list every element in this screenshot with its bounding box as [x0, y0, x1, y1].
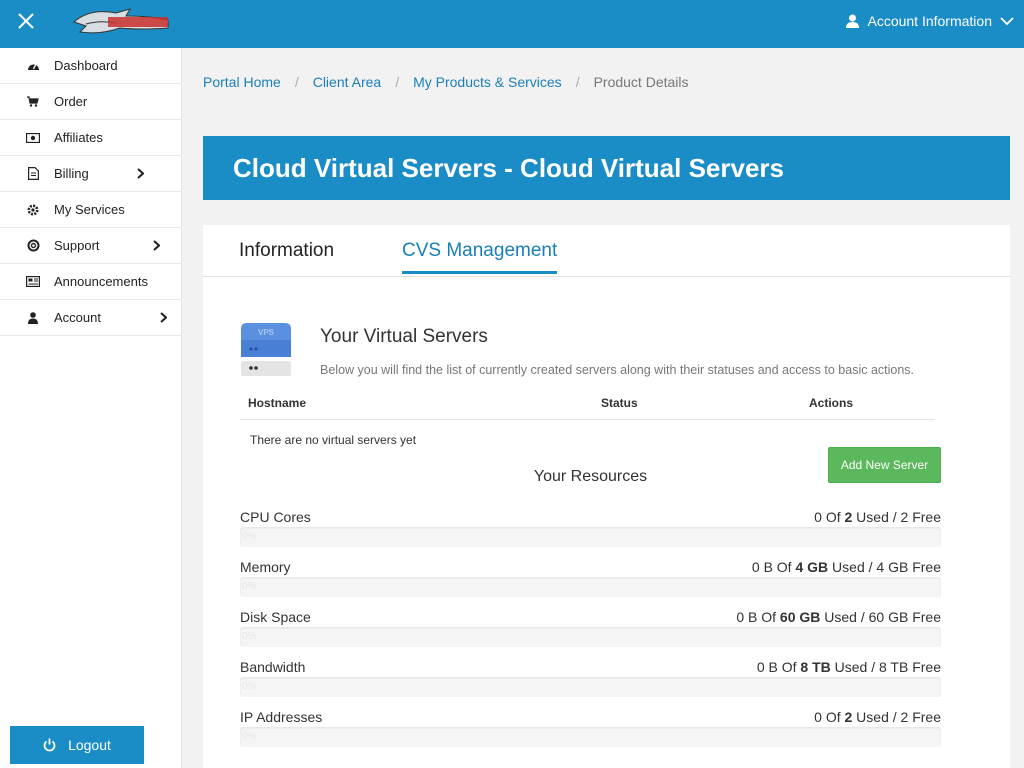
sharktech-logo[interactable]	[70, 4, 170, 40]
sidebar-item-account[interactable]: Account	[0, 300, 181, 336]
column-header-status: Status	[601, 396, 638, 410]
sidebar-item-my-services[interactable]: My Services	[0, 192, 181, 228]
resource-progress-bar: 0%	[240, 527, 941, 547]
resource-usage: 0 Of 2 Used / 2 Free	[814, 709, 941, 725]
top-bar: Account Information	[0, 0, 1024, 48]
sidebar-item-label: Support	[54, 238, 100, 253]
shopping-cart-icon	[26, 95, 40, 109]
tab-cvs-management[interactable]: CVS Management	[402, 240, 558, 274]
sidebar: Dashboard Order Affiliates Billing My Se…	[0, 48, 182, 768]
resource-progress-bar: 0%	[240, 577, 941, 597]
life-ring-icon	[26, 239, 40, 253]
resource-progress-bar: 0%	[240, 727, 941, 747]
resource-label: CPU Cores	[240, 509, 311, 525]
resource-disk-space: Disk Space 0 B Of 60 GB Used / 60 GB Fre…	[240, 609, 941, 649]
resource-label: Bandwidth	[240, 659, 306, 675]
resources-title: Your Resources	[533, 468, 648, 485]
sidebar-item-announcements[interactable]: Announcements	[0, 264, 181, 300]
resource-label: IP Addresses	[240, 709, 323, 725]
breadcrumb-client-area[interactable]: Client Area	[313, 74, 381, 90]
breadcrumb-separator: /	[575, 74, 580, 90]
breadcrumb-my-products-services[interactable]: My Products & Services	[413, 74, 562, 90]
account-information-label: Account Information	[867, 13, 992, 29]
sidebar-item-dashboard[interactable]: Dashboard	[0, 48, 181, 84]
logout-button[interactable]: Logout	[10, 726, 144, 764]
sidebar-item-label: Dashboard	[54, 58, 118, 73]
resource-usage: 0 B Of 4 GB Used / 4 GB Free	[751, 559, 941, 575]
close-icon[interactable]	[16, 11, 36, 31]
sidebar-item-order[interactable]: Order	[0, 84, 181, 120]
sidebar-item-label: Account	[54, 310, 101, 325]
logout-label: Logout	[68, 737, 111, 753]
tab-bar: Information CVS Management	[203, 225, 1010, 277]
virtual-servers-title: Your Virtual Servers	[320, 326, 488, 347]
vps-server-icon: VPS	[241, 323, 291, 376]
power-icon	[43, 738, 56, 752]
invoice-icon	[26, 167, 40, 181]
sidebar-item-label: Affiliates	[54, 130, 103, 145]
page-title: Cloud Virtual Servers - Cloud Virtual Se…	[233, 152, 785, 183]
breadcrumb-portal-home[interactable]: Portal Home	[203, 74, 281, 90]
chevron-down-icon	[1000, 16, 1014, 25]
breadcrumb-separator: /	[395, 74, 400, 90]
tab-information[interactable]: Information	[239, 240, 334, 271]
sidebar-item-affiliates[interactable]: Affiliates	[0, 120, 181, 156]
sidebar-item-support[interactable]: Support	[0, 228, 181, 264]
empty-servers-message: There are no virtual servers yet	[250, 433, 417, 447]
sidebar-item-label: Billing	[54, 166, 89, 181]
virtual-servers-description: Below you will find the list of currentl…	[320, 363, 915, 377]
resource-memory: Memory 0 B Of 4 GB Used / 4 GB Free 0%	[240, 559, 941, 599]
sidebar-item-label: Announcements	[54, 274, 148, 289]
newspaper-icon	[26, 275, 40, 289]
resource-label: Memory	[240, 559, 291, 575]
resource-bandwidth: Bandwidth 0 B Of 8 TB Used / 8 TB Free 0…	[240, 659, 941, 699]
resource-usage: 0 Of 2 Used / 2 Free	[814, 509, 941, 525]
resource-usage: 0 B Of 60 GB Used / 60 GB Free	[736, 609, 941, 625]
chevron-right-icon	[160, 312, 167, 323]
resource-cpu-cores: CPU Cores 0 Of 2 Used / 2 Free 0%	[240, 509, 941, 549]
resource-usage: 0 B Of 8 TB Used / 8 TB Free	[756, 659, 941, 675]
sidebar-item-label: My Services	[54, 202, 125, 217]
column-header-actions: Actions	[809, 396, 854, 410]
vps-icon-label: VPS	[258, 328, 275, 337]
chevron-right-icon	[137, 168, 144, 179]
breadcrumb: Portal Home / Client Area / My Products …	[203, 74, 689, 90]
resource-ip-addresses: IP Addresses 0 Of 2 Used / 2 Free 0%	[240, 709, 941, 749]
column-header-hostname: Hostname	[248, 396, 307, 410]
breadcrumb-separator: /	[294, 74, 299, 90]
sidebar-item-label: Order	[54, 94, 88, 109]
dashboard-icon	[26, 59, 40, 73]
user-icon	[26, 311, 40, 325]
resource-progress-bar: 0%	[240, 627, 941, 647]
chevron-right-icon	[153, 240, 160, 251]
money-icon	[26, 131, 40, 145]
virtual-servers-table: Hostname Status Actions There are no vir…	[240, 390, 935, 447]
resource-progress-bar: 0%	[240, 677, 941, 697]
table-header-row: Hostname Status Actions	[240, 390, 935, 420]
account-information-menu[interactable]: Account Information	[846, 0, 1014, 42]
page-title-banner: Cloud Virtual Servers - Cloud Virtual Se…	[203, 136, 1010, 200]
resource-label: Disk Space	[240, 609, 311, 625]
breadcrumb-current: Product Details	[593, 74, 689, 90]
gear-icon	[26, 203, 40, 217]
product-details-panel: Information CVS Management VPS Your Virt…	[203, 225, 1010, 768]
sidebar-item-billing[interactable]: Billing	[0, 156, 181, 192]
user-icon	[846, 14, 860, 28]
